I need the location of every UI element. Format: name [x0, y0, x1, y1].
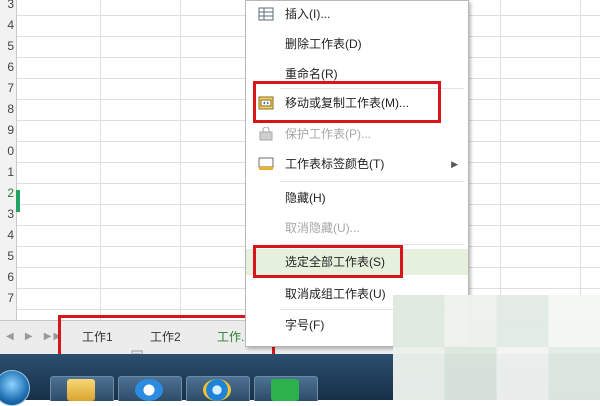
row-number: 6	[7, 60, 14, 74]
menu-item-label: 隐藏(H)	[285, 191, 326, 205]
menu-item-delete-sheet[interactable]: 删除工作表(D)	[246, 31, 468, 57]
menu-item-label: 插入(I)...	[285, 7, 331, 21]
blurred-watermark-strip	[393, 347, 600, 400]
menu-item-unhide[interactable]: 取消隐藏(U)...	[246, 215, 468, 241]
row-number: 9	[7, 123, 14, 137]
taskbar-sogou-app[interactable]	[118, 376, 182, 401]
next-sheet-button[interactable]: ▶	[25, 331, 35, 342]
menu-item-protect-sheet[interactable]: 保护工作表(P)...	[246, 121, 468, 147]
move-copy-highlight-box	[253, 81, 441, 123]
taskbar-folder-app[interactable]	[50, 376, 114, 401]
menu-item-label: 取消成组工作表(U)	[285, 287, 386, 301]
grid-column-line	[580, 0, 581, 320]
prev-sheet-button[interactable]: ◀	[6, 331, 16, 342]
tab-color-icon	[258, 157, 274, 170]
row-number: 7	[7, 81, 14, 95]
row-number: 5	[7, 249, 14, 263]
row-number: 0	[7, 144, 14, 158]
submenu-arrow-icon: ▶	[451, 159, 458, 169]
protect-sheet-icon	[259, 127, 273, 141]
wps-spreadsheet-icon	[271, 379, 299, 401]
row-number: 4	[7, 18, 14, 32]
sogou-icon	[135, 379, 163, 401]
menu-item-label: 工作表标签颜色(T)	[285, 157, 385, 171]
menu-item-label: 保护工作表(P)...	[285, 127, 371, 141]
row-number: 3	[7, 0, 14, 11]
grid-column-line	[100, 0, 101, 320]
folder-icon	[67, 379, 95, 401]
row-number: 8	[7, 102, 14, 116]
grid-column-line	[500, 0, 501, 320]
menu-item-hide[interactable]: 隐藏(H)	[246, 185, 468, 211]
menu-item-label: 删除工作表(D)	[285, 37, 362, 51]
taskbar-wps-sheet-app[interactable]	[254, 376, 318, 401]
row-number: 4	[7, 228, 14, 242]
sheet-tabs-highlight-box	[58, 315, 275, 357]
start-orb-icon[interactable]	[0, 370, 30, 406]
select-all-highlight-box	[253, 245, 403, 278]
taskbar-ie-app[interactable]	[186, 376, 250, 401]
menu-separator	[280, 181, 464, 182]
insert-sheet-icon	[258, 7, 274, 21]
menu-item-insert[interactable]: 插入(I)...	[246, 1, 468, 27]
internet-explorer-icon	[203, 379, 231, 401]
row-number: 6	[7, 270, 14, 284]
row-number: 1	[7, 165, 14, 179]
row-number: 3	[7, 207, 14, 221]
menu-item-label: 字号(F)	[285, 318, 325, 332]
row-header-column: 3 4 5 6 7 8 9 0 1 2 3 4 5 6 7	[0, 0, 17, 320]
row-number: 5	[7, 39, 14, 53]
menu-item-tab-color[interactable]: 工作表标签颜色(T) ▶	[246, 151, 468, 177]
menu-item-label: 取消隐藏(U)...	[285, 221, 360, 235]
row-number-active: 2	[7, 186, 14, 200]
grid-column-line	[180, 0, 181, 320]
blurred-watermark-region	[393, 295, 600, 400]
active-cell-indicator	[16, 190, 20, 212]
row-number: 7	[7, 291, 14, 305]
